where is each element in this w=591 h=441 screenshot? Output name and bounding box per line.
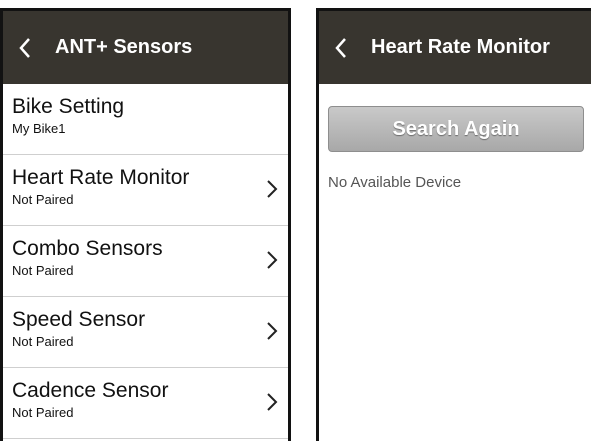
list-item-cadence-sensor[interactable]: Cadence Sensor Not Paired — [3, 368, 288, 439]
chevron-right-icon — [267, 322, 278, 340]
list-item-label: Speed Sensor — [12, 308, 146, 331]
list-item-status: Not Paired — [12, 263, 74, 278]
chevron-right-icon — [267, 251, 278, 269]
chevron-right-icon — [267, 393, 278, 411]
list-item-combo-sensors[interactable]: Combo Sensors Not Paired — [3, 226, 288, 297]
list-item-label: Bike Setting — [12, 95, 125, 118]
list-item-status: Not Paired — [12, 405, 74, 420]
page-title: Heart Rate Monitor — [371, 36, 550, 58]
list-item-status: Not Paired — [12, 192, 74, 207]
list-item-speed-sensor[interactable]: Speed Sensor Not Paired — [3, 297, 288, 368]
list-item-label: Cadence Sensor — [12, 379, 169, 402]
list-item-label: Combo Sensors — [12, 237, 163, 260]
list-item-heart-rate-monitor[interactable]: Heart Rate Monitor Not Paired — [3, 155, 288, 226]
back-button[interactable] — [3, 37, 47, 59]
list-item-status: My Bike1 — [12, 121, 66, 136]
heart-rate-monitor-screen: Heart Rate Monitor Search Again No Avail… — [316, 8, 591, 441]
list-item-label: Heart Rate Monitor — [12, 166, 190, 189]
list-item-status: Not Paired — [12, 334, 74, 349]
chevron-left-icon — [335, 37, 346, 58]
chevron-right-icon — [267, 180, 278, 198]
search-again-button[interactable]: Search Again — [328, 106, 584, 152]
title-bar: Heart Rate Monitor — [319, 11, 591, 84]
ant-sensors-screen: ANT+ Sensors Bike Setting My Bike1 Heart… — [0, 8, 291, 441]
empty-state-text: No Available Device — [328, 174, 462, 191]
page-title: ANT+ Sensors — [55, 36, 193, 58]
title-bar: ANT+ Sensors — [3, 11, 288, 84]
back-button[interactable] — [319, 37, 363, 59]
chevron-left-icon — [19, 37, 30, 58]
list-item-bike-setting[interactable]: Bike Setting My Bike1 — [3, 84, 288, 155]
